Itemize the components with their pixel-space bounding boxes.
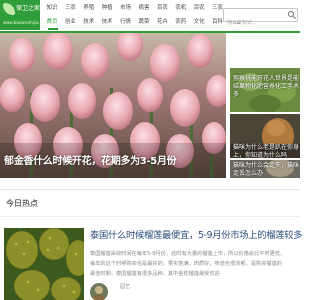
- nav-item[interactable]: 技术: [80, 15, 98, 29]
- search-icon[interactable]: [286, 10, 296, 20]
- hero-banner[interactable]: 郁金香什么时候开花，花期多为3-5月份: [0, 33, 226, 178]
- search-input[interactable]: [224, 17, 286, 29]
- nav-item[interactable]: 种植: [98, 1, 116, 15]
- nav-item[interactable]: 行情: [117, 15, 135, 29]
- nav-item[interactable]: 花卉: [153, 15, 171, 29]
- author-avatar[interactable]: [90, 283, 108, 300]
- author-name: 园艺: [120, 284, 131, 290]
- nav-item[interactable]: 农药: [172, 15, 190, 29]
- nav-item[interactable]: 技术: [98, 15, 116, 29]
- side-item-caption: 猕猴桃能开花人世界是能结果物化肥营养化工手术多: [233, 75, 300, 98]
- logo-url: www.baoweizhijia.com: [3, 20, 49, 25]
- section-title: 今日热点: [6, 199, 38, 208]
- nav-item[interactable]: 百农: [153, 1, 171, 15]
- summary-line: 最佳时期，泰国榴莲有很多品种，其中金枕榴莲最受欢迎: [90, 271, 220, 277]
- nav-item[interactable]: 蔬菜: [135, 15, 153, 29]
- nav-item[interactable]: 三农: [61, 1, 79, 15]
- nav-item[interactable]: 文化: [190, 15, 208, 29]
- side-item-caption: 猫咪为什么会走失，猫咪走丢怎么办: [233, 162, 300, 177]
- side-item-caption: 猫咪为什么老是趴在你身上，你知道为什么吗: [233, 144, 300, 158]
- leaf-icon: [3, 3, 15, 15]
- nav-item[interactable]: 创业: [61, 15, 79, 29]
- nav-item[interactable]: 养殖: [80, 1, 98, 15]
- section-divider: [0, 216, 300, 217]
- article-summary: 泰国榴莲采收时间在每年5-9月份，此时有大量的榴莲上市，所以价格会比平时更低， …: [90, 249, 298, 279]
- section-divider: [0, 189, 300, 190]
- nav-item[interactable]: 病害: [135, 1, 153, 15]
- nav-item[interactable]: 百农: [190, 1, 208, 15]
- nav-item[interactable]: 农机: [172, 1, 190, 15]
- logo-text: 保卫之家: [16, 5, 41, 12]
- nav-active-indicator: [48, 28, 58, 30]
- side-item[interactable]: 猫咪为什么老是趴在你身上，你知道为什么吗: [230, 114, 300, 158]
- nav-item[interactable]: 首页: [43, 15, 61, 29]
- nav-row-1: 知识 三农 养殖 种植 市场 病害 百农 农机 百农 三农: [43, 1, 227, 15]
- summary-line: 每年的这个时候购买也是最好的，果实饱满，肉质好，味道也很浓郁，是购买榴莲的: [90, 261, 282, 267]
- side-item[interactable]: 猫咪为什么会走失，猫咪走丢怎么办: [230, 160, 300, 178]
- article-title[interactable]: 泰国什么时候榴莲最便宜，5-9月份市场上的榴莲较多: [90, 230, 303, 242]
- durian-image: [4, 228, 84, 300]
- side-item[interactable]: 猕猴桃能开花人世界是能结果物化肥营养化工手术多: [230, 68, 300, 112]
- nav-item[interactable]: 知识: [43, 1, 61, 15]
- nav-item[interactable]: 市场: [117, 1, 135, 15]
- summary-line: 泰国榴莲采收时间在每年5-9月份，此时有大量的榴莲上市，所以价格会比平时更低，: [90, 251, 286, 257]
- nav-row-2: 首页创业技术技术行情蔬菜花卉农药文化百科问答: [43, 15, 245, 29]
- hero-caption: 郁金香什么时候开花，花期多为3-5月份: [4, 156, 177, 167]
- site-logo[interactable]: 保卫之家 www.baoweizhijia.com: [0, 0, 48, 30]
- search-box: [223, 8, 298, 29]
- article-thumbnail[interactable]: [4, 228, 84, 300]
